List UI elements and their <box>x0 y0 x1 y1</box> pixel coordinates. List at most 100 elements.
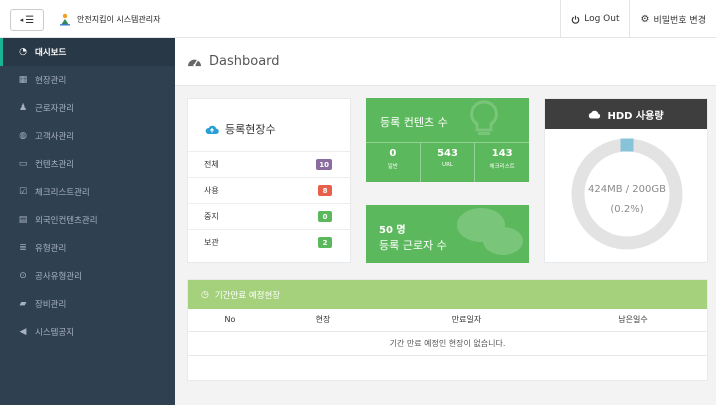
cloud-upload-icon <box>205 125 219 134</box>
stat-checklist: 143 체크리스트 <box>475 143 529 182</box>
table-header-row: No 현장 만료일자 남은일수 <box>188 309 707 332</box>
page-header: Dashboard <box>175 38 716 86</box>
registered-sites-title: 등록현장수 <box>225 123 276 136</box>
column-header-expiry-date: 만료일자 <box>374 309 559 332</box>
stat-value: 0 <box>389 148 397 159</box>
sidebar-item-construction-types[interactable]: ⊙ 공사유형관리 <box>0 262 175 290</box>
registered-sites-card: 등록현장수 전체 10 사용 8 중지 0 보관 2 <box>187 98 351 263</box>
sidebar-item-types[interactable]: ≣ 유형관리 <box>0 234 175 262</box>
count-badge: 8 <box>318 185 332 196</box>
stat-label: 체크리스트 <box>489 164 515 170</box>
count-badge: 2 <box>318 237 332 248</box>
sidebar-item-label: 유형관리 <box>35 244 67 254</box>
stat-value: 143 <box>491 148 513 159</box>
hdd-header: HDD 사용량 <box>545 99 707 129</box>
sidebar-item-equipment[interactable]: ▰ 장비관리 <box>0 290 175 318</box>
user-icon: ♟ <box>18 103 28 113</box>
hdd-usage-fill <box>620 138 634 152</box>
list-item: 전체 10 <box>188 151 350 177</box>
cloud-icon <box>589 110 601 118</box>
page-title: Dashboard <box>209 54 280 69</box>
gear-icon: ⚙ <box>640 13 650 25</box>
change-password-button[interactable]: ⚙ 비밀번호 변경 <box>629 0 716 38</box>
count-badge: 10 <box>316 159 332 170</box>
sidebar-item-label: 근로자관리 <box>35 104 75 114</box>
sidebar-item-workers[interactable]: ♟ 근로자관리 <box>0 94 175 122</box>
megaphone-icon: ◀ <box>19 327 27 337</box>
contents-card: 등록 컨텐츠 수 0 일반 543 URL 143 체크리스트 <box>366 98 529 182</box>
workers-label: 등록 근로자 수 <box>379 239 447 252</box>
sidebar-item-label: 공사유형관리 <box>35 272 82 282</box>
logo-icon <box>60 13 70 26</box>
column-header-no: No <box>188 309 272 332</box>
checkbox-icon: ☑ <box>18 187 28 197</box>
row-label: 보관 <box>204 238 219 247</box>
expiring-sites-table: No 현장 만료일자 남은일수 기간 만료 예정인 현장이 없습니다. <box>188 309 707 356</box>
expiring-sites-title: 기간만료 예정현장 <box>214 290 281 301</box>
table-row: 기간 만료 예정인 현장이 없습니다. <box>188 331 707 356</box>
briefcase-icon: ▰ <box>19 299 27 309</box>
list-item: 사용 8 <box>188 177 350 203</box>
lightbulb-icon <box>470 100 498 135</box>
sidebar-item-label: 시스템공지 <box>35 328 75 338</box>
arrow-left-icon: ◂ <box>19 16 24 24</box>
column-header-site: 현장 <box>272 309 374 332</box>
sidebar-item-contents[interactable]: ▭ 컨텐츠관리 <box>0 150 175 178</box>
stat-value: 543 <box>437 148 458 159</box>
sidebar-item-label: 컨텐츠관리 <box>35 160 75 170</box>
logout-button[interactable]: Log Out <box>560 0 629 38</box>
stat-url: 543 URL <box>421 143 476 182</box>
logout-label: Log Out <box>584 14 620 24</box>
dashboard-icon <box>188 59 201 67</box>
sidebar-item-dashboard[interactable]: ◔ 대시보드 <box>0 38 175 66</box>
expiring-sites-header: ◷ 기간만료 예정현장 <box>188 280 707 309</box>
grid-icon: ▦ <box>18 75 28 85</box>
target-icon: ⊙ <box>19 271 27 281</box>
sidebar-item-sites[interactable]: ▦ 현장관리 <box>0 66 175 94</box>
hamburger-icon: ☰ <box>25 14 35 26</box>
power-icon <box>571 15 580 24</box>
sidebar-item-label: 외국인컨텐츠관리 <box>35 216 98 226</box>
stat-label: 일반 <box>387 164 398 170</box>
hdd-title: HDD 사용량 <box>607 110 664 122</box>
workers-card: 50 명 등록 근로자 수 <box>366 205 529 263</box>
row-label: 사용 <box>204 186 219 195</box>
sidebar-item-label: 고객사관리 <box>35 132 75 142</box>
empty-message: 기간 만료 예정인 현장이 없습니다. <box>188 331 707 356</box>
row-label: 중지 <box>204 212 219 221</box>
hdd-usage-gauge <box>571 138 683 250</box>
sidebar-item-checklists[interactable]: ☑ 체크리스트관리 <box>0 178 175 206</box>
globe-icon: ◍ <box>19 131 27 141</box>
sidebar-item-foreign-contents[interactable]: ▤ 외국인컨텐츠관리 <box>0 206 175 234</box>
expiring-sites-card: ◷ 기간만료 예정현장 No 현장 만료일자 남은일수 기간 만료 예정인 현장… <box>187 279 708 381</box>
dashboard-icon: ◔ <box>19 47 27 57</box>
list-item: 보관 2 <box>188 229 350 255</box>
contents-title: 등록 컨텐츠 수 <box>380 116 448 129</box>
stat-general: 0 일반 <box>366 143 421 182</box>
workers-count: 50 명 <box>379 225 406 236</box>
brand-title: 안전지킴이 시스템관리자 <box>77 14 161 24</box>
brand[interactable]: 안전지킴이 시스템관리자 <box>58 12 161 26</box>
sidebar-item-label: 장비관리 <box>35 300 67 310</box>
sidebar-item-label: 체크리스트관리 <box>35 188 90 198</box>
hdd-usage-card: HDD 사용량 424MB / 200GB (0.2%) <box>544 98 708 263</box>
clock-icon: ◷ <box>201 289 209 300</box>
column-header-days-left: 남은일수 <box>559 309 707 332</box>
top-navbar: ◂ ☰ 안전지킴이 시스템관리자 Log Out ⚙ 비밀번호 변경 <box>0 0 716 38</box>
sidebar-item-notices[interactable]: ◀ 시스템공지 <box>0 318 175 346</box>
sidebar-item-label: 현장관리 <box>35 76 67 86</box>
stat-label: URL <box>442 162 453 168</box>
list-icon: ≣ <box>19 243 27 253</box>
comments-icon <box>457 208 523 255</box>
count-badge: 0 <box>318 211 332 222</box>
list-item: 중지 0 <box>188 203 350 229</box>
change-password-label: 비밀번호 변경 <box>653 15 706 26</box>
sidebar: ◔ 대시보드 ▦ 현장관리 ♟ 근로자관리 ◍ 고객사관리 ▭ 컨텐츠관리 ☑ … <box>0 38 175 405</box>
table-icon: ▤ <box>18 215 28 225</box>
sidebar-item-label: 대시보드 <box>35 48 67 58</box>
menu-toggle-button[interactable]: ◂ ☰ <box>10 9 44 31</box>
hdd-usage-text: 424MB / 200GB <box>588 184 666 195</box>
sidebar-item-clients[interactable]: ◍ 고객사관리 <box>0 122 175 150</box>
monitor-icon: ▭ <box>18 159 28 169</box>
row-label: 전체 <box>204 160 219 169</box>
